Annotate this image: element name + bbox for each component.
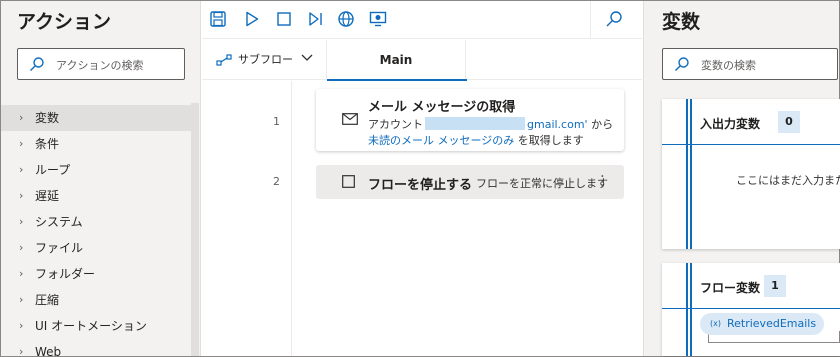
tree-item-ui-automation[interactable]: › UI オートメーション	[1, 313, 191, 339]
subflows-dropdown[interactable]: サブフロー	[216, 51, 313, 67]
tree-item-conditions[interactable]: › 条件	[1, 131, 191, 157]
subflow-label: サブフロー	[238, 53, 293, 66]
run-icon[interactable]	[242, 9, 262, 29]
actions-pane: アクション アクションの検索 › 変数 › 条件 › ループ › 遅延 › システム › フ…	[1, 1, 201, 357]
chevron-right-icon: ›	[19, 137, 24, 150]
chevron-right-icon: ›	[19, 189, 24, 202]
actions-search-input[interactable]: アクションの検索	[17, 48, 185, 80]
tree-item-label: 変数	[35, 111, 60, 125]
io-variables-count: 0	[778, 111, 800, 133]
tree-item-label: フォルダー	[35, 267, 96, 281]
tree-item-label: 遅延	[35, 189, 60, 203]
actions-scrollbar[interactable]	[191, 103, 199, 356]
io-variables-header[interactable]: 入出力変数 0	[662, 99, 840, 145]
flow-variable-chip[interactable]: (x) RetrievedEmails	[700, 313, 824, 335]
io-empty-message: ここにはまだ入力または	[736, 174, 840, 187]
chevron-right-icon: ›	[19, 319, 24, 332]
save-icon[interactable]	[208, 9, 228, 29]
tab-main-label: Main	[379, 53, 413, 67]
desktop-recorder-icon[interactable]	[368, 9, 388, 29]
actions-tree: › 変数 › 条件 › ループ › 遅延 › システム › ファイル › フォルダー › 圧縮 …	[1, 105, 191, 357]
chevron-right-icon: ›	[19, 241, 24, 254]
run-next-action-icon[interactable]	[306, 9, 326, 29]
step-desc-from: から	[591, 118, 614, 131]
redacted-account	[425, 117, 525, 130]
tree-item-web[interactable]: › Web	[1, 339, 191, 357]
tree-item-system[interactable]: › システム	[1, 209, 191, 235]
account-link[interactable]: gmail.com'	[527, 118, 588, 131]
chevron-down-icon	[301, 54, 313, 61]
step-desc-prefix: アカウント	[368, 118, 423, 131]
tree-item-variables[interactable]: › 変数	[1, 105, 191, 131]
tree-item-label: システム	[35, 215, 83, 229]
variables-search-input[interactable]: 変数の検索	[662, 48, 838, 80]
tree-item-label: ループ	[35, 163, 71, 177]
flow-variables-count: 1	[764, 275, 786, 297]
chevron-right-icon: ›	[19, 345, 24, 357]
subflow-icon	[216, 54, 232, 66]
chevron-right-icon: ›	[19, 267, 24, 280]
actions-pane-title: アクション	[17, 11, 112, 33]
tree-item-label: 圧縮	[35, 293, 60, 307]
tree-item-folder[interactable]: › フォルダー	[1, 261, 191, 287]
step-title: メール メッセージの取得	[368, 100, 516, 115]
stop-square-icon	[342, 175, 355, 188]
mail-icon	[342, 113, 358, 125]
line-number: 2	[273, 175, 280, 188]
chevron-right-icon: ›	[19, 163, 24, 176]
chevron-right-icon: ›	[19, 111, 24, 124]
chevron-right-icon: ›	[19, 215, 24, 228]
tree-item-label: 条件	[35, 137, 60, 151]
toolbar-divider	[590, 1, 591, 39]
flow-step-get-email[interactable]: メール メッセージの取得 アカウント gmail.com' から 未読のメール メ…	[316, 89, 624, 151]
designer-tabs: サブフロー Main	[202, 40, 642, 81]
step-description: アカウント gmail.com' から	[368, 116, 613, 132]
tree-item-label: ファイル	[35, 241, 84, 255]
search-icon[interactable]	[604, 9, 624, 29]
step-title: フローを停止する	[368, 178, 473, 193]
io-variables-label: 入出力変数	[700, 117, 761, 131]
variable-icon: (x)	[710, 319, 721, 328]
tree-item-label: UI オートメーション	[35, 319, 147, 333]
designer-toolbar	[202, 1, 642, 39]
tree-item-file[interactable]: › ファイル	[1, 235, 191, 261]
tree-item-loops[interactable]: › ループ	[1, 157, 191, 183]
io-variables-section: 入出力変数 0 ここにはまだ入力または	[662, 99, 840, 249]
flow-designer: サブフロー Main 1 2 メール メッセージの取得 アカウント gmail.c…	[202, 1, 642, 356]
search-placeholder: 変数の検索	[701, 59, 756, 72]
tree-item-label: Web	[35, 345, 62, 357]
search-icon	[30, 57, 44, 71]
active-tab-indicator	[327, 79, 467, 81]
tree-item-compression[interactable]: › 圧縮	[1, 287, 191, 313]
variables-pane-title: 変数	[662, 11, 701, 33]
step-desc-end: を取得します	[517, 134, 584, 147]
stop-icon[interactable]	[274, 9, 294, 29]
step-description: フローを正常に停止します	[476, 177, 608, 190]
flow-variables-label: フロー変数	[700, 281, 761, 295]
variable-name: RetrievedEmails	[726, 317, 817, 330]
more-options-icon[interactable]: ⋮	[595, 173, 610, 189]
tree-item-delay[interactable]: › 遅延	[1, 183, 191, 209]
unread-only-link[interactable]: 未読のメール メッセージのみ	[368, 134, 514, 147]
chevron-right-icon: ›	[19, 293, 24, 306]
line-number: 1	[273, 115, 280, 128]
variables-pane: 変数 変数の検索 入出力変数 0 ここにはまだ入力または フロー変数 1 (x)…	[643, 1, 840, 356]
tab-main[interactable]: Main	[326, 40, 467, 81]
flow-variables-header[interactable]: フロー変数 1	[662, 263, 840, 309]
web-recorder-icon[interactable]	[336, 9, 356, 29]
search-placeholder: アクションの検索	[56, 59, 144, 72]
flow-step-stop-flow[interactable]: フローを停止する フローを正常に停止します ⋮	[316, 165, 624, 199]
search-icon	[675, 57, 689, 71]
step-description-2: 未読のメール メッセージのみ を取得します	[368, 132, 584, 148]
